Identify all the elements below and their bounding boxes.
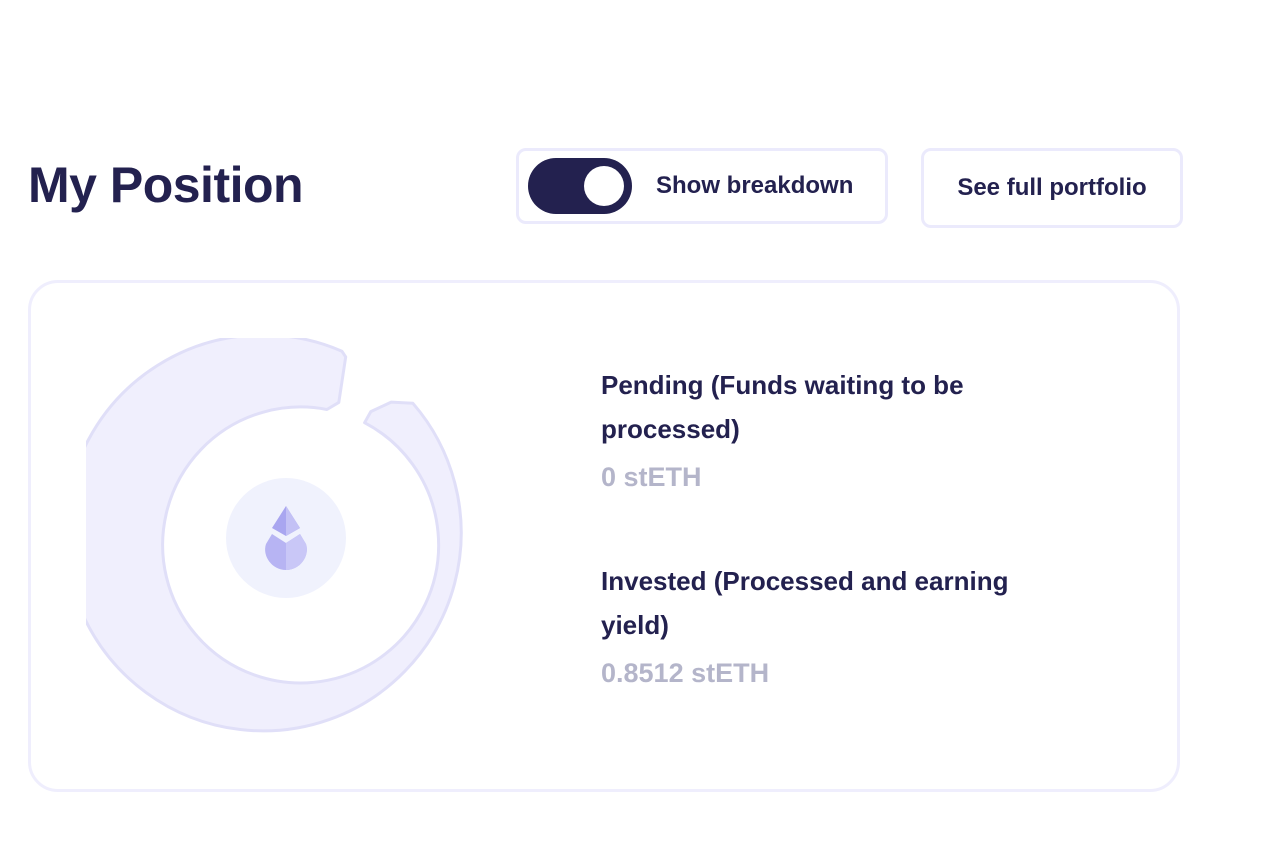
toggle-label: Show breakdown <box>656 172 854 199</box>
position-donut-chart <box>86 338 463 733</box>
position-card: Pending (Funds waiting to be processed) … <box>28 280 1180 792</box>
token-icon-background <box>226 478 346 598</box>
page-title: My Position <box>28 157 304 213</box>
legend-item-pending: Pending (Funds waiting to be processed) … <box>601 363 1021 497</box>
see-full-portfolio-button[interactable]: See full portfolio <box>921 148 1183 228</box>
invested-value: 0.8512 stETH <box>601 658 770 688</box>
legend-item-invested: Invested (Processed and earning yield) 0… <box>601 559 1021 693</box>
invested-label: Invested (Processed and earning yield) <box>601 566 1009 640</box>
pending-value: 0 stETH <box>601 462 702 492</box>
position-legend: Pending (Funds waiting to be processed) … <box>601 363 1021 755</box>
show-breakdown-toggle[interactable]: Show breakdown <box>516 148 888 224</box>
pending-label: Pending (Funds waiting to be processed) <box>601 370 964 444</box>
toggle-switch[interactable] <box>528 158 632 214</box>
toggle-knob <box>584 166 624 206</box>
